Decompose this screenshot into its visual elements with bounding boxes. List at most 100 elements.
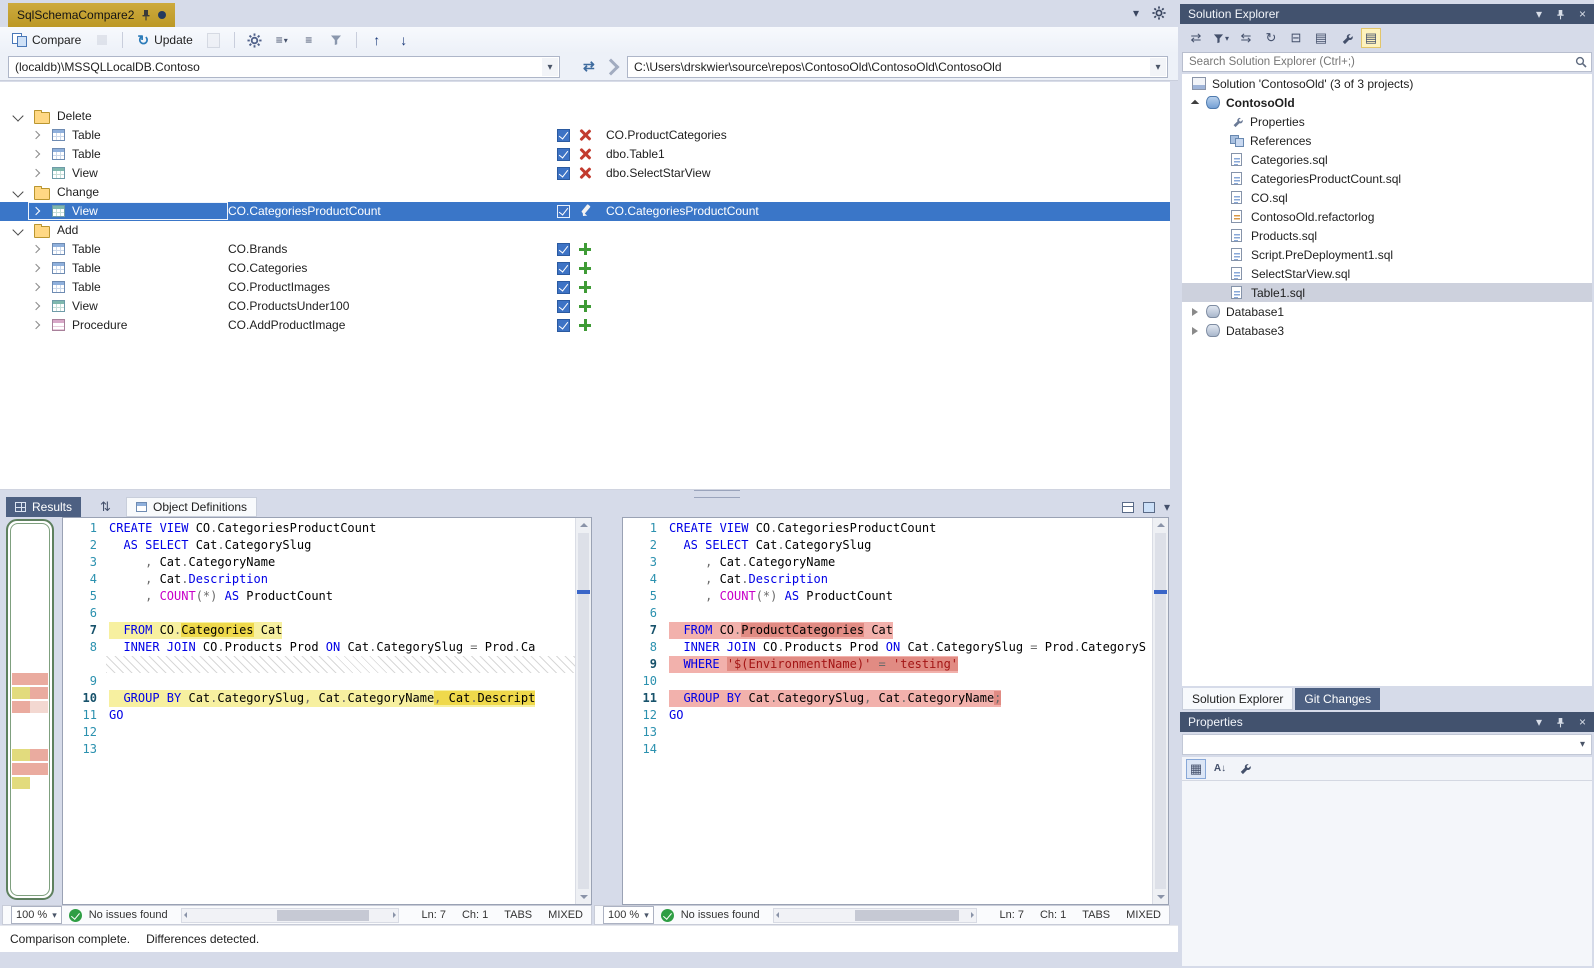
- tree-item-products-sql[interactable]: Products.sql: [1182, 226, 1592, 245]
- tab-solution-explorer[interactable]: Solution Explorer: [1182, 688, 1293, 710]
- window-maximize-icon[interactable]: [1143, 502, 1155, 513]
- sync-icon[interactable]: ⇆: [1236, 28, 1256, 48]
- pin-icon[interactable]: [1556, 9, 1565, 20]
- switch-direction-icon[interactable]: ⇄: [583, 58, 595, 75]
- expand-chevron-icon[interactable]: [32, 169, 40, 177]
- expand-chevron-icon[interactable]: [32, 264, 40, 272]
- compare-row[interactable]: ViewCO.ProductsUnder100: [0, 297, 1170, 316]
- include-checkbox[interactable]: [557, 319, 570, 332]
- search-input[interactable]: [1183, 56, 1575, 68]
- expanded-arrow-icon[interactable]: [1191, 99, 1199, 107]
- scroll-right-icon[interactable]: [971, 912, 974, 918]
- sort-results-icon[interactable]: ≡: [299, 30, 319, 50]
- collapse-chevron-icon[interactable]: [12, 224, 23, 235]
- tree-item-co-sql[interactable]: CO.sql: [1182, 188, 1592, 207]
- previous-difference-icon[interactable]: ↑: [367, 30, 387, 50]
- properties-wrench-icon[interactable]: [1336, 28, 1356, 48]
- include-checkbox[interactable]: [557, 129, 570, 142]
- tab-object-definitions[interactable]: Object Definitions: [126, 497, 257, 517]
- window-position-chevron-icon[interactable]: ▾: [1536, 715, 1542, 729]
- pin-icon[interactable]: [141, 9, 151, 21]
- tree-item-properties[interactable]: Properties: [1182, 112, 1592, 131]
- collapsed-arrow-icon[interactable]: [1192, 308, 1198, 316]
- tree-item-table1-sql[interactable]: Table1.sql: [1182, 283, 1592, 302]
- scrollbar-thumb[interactable]: [277, 910, 369, 921]
- expand-chevron-icon[interactable]: [32, 131, 40, 139]
- properties-header[interactable]: Properties ▾ ×: [1180, 712, 1594, 732]
- scrollbar-thumb[interactable]: [578, 533, 589, 889]
- source-definition-editor[interactable]: 1CREATE VIEW CO.CategoriesProductCount2 …: [62, 517, 592, 905]
- vertical-scrollbar[interactable]: [575, 518, 591, 904]
- window-split-icon[interactable]: [1122, 502, 1134, 513]
- compare-row[interactable]: ViewCO.CategoriesProductCountCO.Categori…: [0, 202, 1170, 221]
- solution-explorer-header[interactable]: Solution Explorer ▾ ×: [1180, 4, 1594, 24]
- expand-chevron-icon[interactable]: [32, 245, 40, 253]
- generate-script-icon[interactable]: [204, 30, 224, 50]
- tab-git-changes[interactable]: Git Changes: [1295, 688, 1380, 710]
- tree-item-references[interactable]: References: [1182, 131, 1592, 150]
- include-checkbox[interactable]: [557, 167, 570, 180]
- group-results-icon[interactable]: ≡▾: [272, 30, 292, 50]
- include-checkbox[interactable]: [557, 205, 570, 218]
- chevron-down-icon[interactable]: ▾: [1164, 500, 1170, 514]
- include-checkbox[interactable]: [557, 281, 570, 294]
- filter-dropdown-icon[interactable]: ▾: [1211, 28, 1231, 48]
- options-gear-icon[interactable]: [245, 30, 265, 50]
- compare-row[interactable]: Viewdbo.SelectStarView: [0, 164, 1170, 183]
- tree-item-database1[interactable]: Database1: [1182, 302, 1592, 321]
- compare-row[interactable]: TableCO.ProductImages: [0, 278, 1170, 297]
- group-row[interactable]: Change: [0, 183, 1170, 202]
- close-icon[interactable]: ×: [1579, 7, 1586, 21]
- tree-item-categories-sql[interactable]: Categories.sql: [1182, 150, 1592, 169]
- filter-icon[interactable]: [326, 30, 346, 50]
- scroll-down-icon[interactable]: [1153, 890, 1168, 904]
- window-position-chevron-icon[interactable]: ▾: [1536, 7, 1542, 21]
- chevron-down-icon[interactable]: ▾: [542, 58, 558, 76]
- zoom-combo[interactable]: 100 % ▾: [11, 906, 62, 924]
- show-all-files-icon[interactable]: ▤: [1311, 28, 1331, 48]
- compare-row[interactable]: ProcedureCO.AddProductImage: [0, 316, 1170, 335]
- compare-row[interactable]: TableCO.Brands: [0, 240, 1170, 259]
- search-icon[interactable]: [1575, 56, 1587, 68]
- refresh-icon[interactable]: ↻: [1261, 28, 1281, 48]
- update-button[interactable]: ↻ Update: [133, 30, 196, 51]
- tree-item-script-predeployment1-sql[interactable]: Script.PreDeployment1.sql: [1182, 245, 1592, 264]
- scroll-up-icon[interactable]: [1153, 518, 1168, 532]
- tree-item-solution-contosoold-3-of-3-projects-[interactable]: Solution 'ContosoOld' (3 of 3 projects): [1182, 74, 1592, 93]
- properties-object-combo[interactable]: ▾: [1182, 734, 1592, 755]
- scroll-left-icon[interactable]: [184, 912, 187, 918]
- scroll-up-icon[interactable]: [576, 518, 591, 532]
- stop-comparison-icon[interactable]: [92, 30, 112, 50]
- close-icon[interactable]: ×: [1579, 715, 1586, 729]
- tree-item-selectstarview-sql[interactable]: SelectStarView.sql: [1182, 264, 1592, 283]
- scrollbar-thumb[interactable]: [1155, 533, 1166, 889]
- compare-row[interactable]: Tabledbo.Table1: [0, 145, 1170, 164]
- group-row[interactable]: Add: [0, 221, 1170, 240]
- next-difference-icon[interactable]: ↓: [394, 30, 414, 50]
- tab-overflow-chevron-icon[interactable]: ▾: [1133, 6, 1139, 20]
- tab-results[interactable]: Results: [6, 497, 81, 517]
- tree-item-categoriesproductcount-sql[interactable]: CategoriesProductCount.sql: [1182, 169, 1592, 188]
- group-row[interactable]: Delete: [0, 107, 1170, 126]
- alphabetical-sort-icon[interactable]: A↓: [1210, 759, 1230, 779]
- horizontal-scrollbar[interactable]: [773, 908, 978, 923]
- categorized-icon[interactable]: ▦: [1186, 759, 1206, 779]
- expand-chevron-icon[interactable]: [32, 150, 40, 158]
- scroll-left-icon[interactable]: [776, 912, 779, 918]
- expand-chevron-icon[interactable]: [32, 321, 40, 329]
- tree-item-contosoold-refactorlog[interactable]: ContosoOld.refactorlog: [1182, 207, 1592, 226]
- compare-row[interactable]: TableCO.ProductCategories: [0, 126, 1170, 145]
- pin-icon[interactable]: [1556, 717, 1565, 728]
- collapse-all-icon[interactable]: ⊟: [1286, 28, 1306, 48]
- collapse-chevron-icon[interactable]: [12, 186, 23, 197]
- compare-row[interactable]: TableCO.Categories: [0, 259, 1170, 278]
- scroll-down-icon[interactable]: [576, 890, 591, 904]
- sort-updown-icon[interactable]: ⇅: [100, 499, 111, 515]
- chevron-down-icon[interactable]: ▾: [1150, 58, 1166, 76]
- vertical-scrollbar[interactable]: [1152, 518, 1168, 904]
- tab-sqlschemacompare[interactable]: SqlSchemaCompare2 ●: [8, 3, 175, 27]
- compare-button[interactable]: Compare: [8, 31, 85, 49]
- target-definition-editor[interactable]: 1CREATE VIEW CO.CategoriesProductCount2 …: [622, 517, 1169, 905]
- collapse-chevron-icon[interactable]: [12, 110, 23, 121]
- property-pages-wrench-icon[interactable]: [1234, 759, 1254, 779]
